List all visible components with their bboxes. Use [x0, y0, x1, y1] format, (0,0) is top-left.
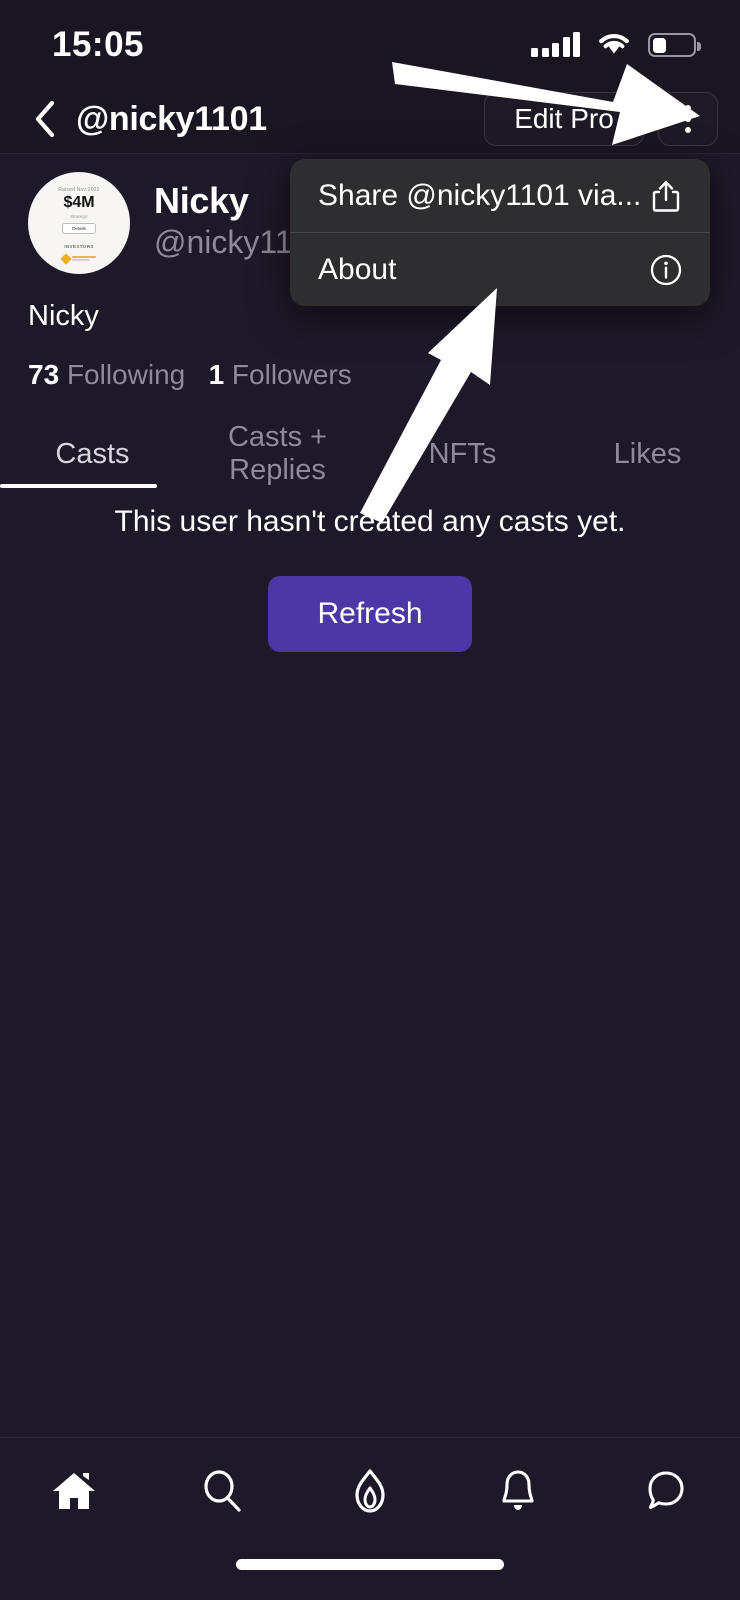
avatar-section-label: INVESTORS	[64, 243, 94, 249]
page-header: @nicky1101 Edit Pro	[0, 84, 740, 154]
flame-icon	[346, 1467, 394, 1520]
status-bar: 15:05	[0, 0, 740, 84]
search-icon	[198, 1467, 246, 1520]
app-root: 15:05 @nicky1101 Edit Pro Raised Nov 202…	[0, 0, 740, 1600]
followers-count[interactable]: 1	[209, 359, 225, 390]
tab-casts[interactable]: Casts	[0, 438, 185, 471]
following-label[interactable]: Following	[67, 359, 185, 390]
tab-casts-replies[interactable]: Casts + Replies	[185, 421, 370, 487]
bell-icon	[494, 1467, 542, 1520]
binance-logo-icon	[60, 252, 96, 265]
status-bar-time: 15:05	[52, 25, 145, 64]
menu-item-share-label: Share @nicky1101 via...	[318, 178, 642, 212]
active-tab-indicator	[0, 484, 157, 488]
tab-likes[interactable]: Likes	[555, 438, 740, 471]
status-bar-indicators	[531, 30, 701, 61]
cellular-signal-icon	[531, 32, 580, 57]
page-title: @nicky1101	[76, 99, 267, 138]
home-icon	[50, 1467, 98, 1520]
menu-item-about[interactable]: About	[290, 233, 710, 306]
back-chevron-icon[interactable]	[30, 97, 60, 141]
profile-tabs: Casts Casts + Replies NFTs Likes	[0, 420, 740, 488]
refresh-button[interactable]: Refresh	[268, 576, 472, 652]
edit-profile-button[interactable]: Edit Pro	[484, 92, 644, 146]
home-indicator	[236, 1559, 504, 1570]
avatar-details-button: Details	[62, 222, 96, 234]
tab-nfts[interactable]: NFTs	[370, 438, 555, 471]
kebab-menu-button[interactable]	[658, 92, 718, 146]
avatar-subtitle: Strategic	[70, 213, 88, 219]
followers-label[interactable]: Followers	[232, 359, 352, 390]
nav-item-trending[interactable]	[296, 1467, 444, 1520]
empty-state-message: This user hasn't created any casts yet.	[114, 505, 626, 538]
bottom-nav	[0, 1438, 740, 1548]
avatar[interactable]: Raised Nov 2022 $4M Strategic Details IN…	[28, 172, 130, 274]
nav-item-messages[interactable]	[592, 1467, 740, 1520]
nav-item-search[interactable]	[148, 1467, 296, 1520]
more-vertical-icon	[685, 105, 691, 111]
info-circle-icon	[648, 252, 684, 288]
share-icon	[648, 178, 684, 214]
following-count[interactable]: 73	[28, 359, 59, 390]
overflow-dropdown-menu: Share @nicky1101 via... About	[290, 159, 710, 306]
nav-item-notifications[interactable]	[444, 1467, 592, 1520]
wifi-icon	[597, 30, 631, 61]
avatar-caption: Raised Nov 2022	[58, 187, 100, 193]
menu-item-about-label: About	[318, 252, 397, 286]
menu-item-share[interactable]: Share @nicky1101 via...	[290, 159, 710, 232]
empty-state: This user hasn't created any casts yet. …	[0, 505, 740, 652]
battery-low-icon	[648, 33, 701, 57]
nav-item-home[interactable]	[0, 1467, 148, 1520]
avatar-amount: $4M	[63, 194, 95, 211]
profile-stats: 73 Following 1 Followers	[0, 333, 740, 391]
chat-bubble-icon	[642, 1467, 690, 1520]
